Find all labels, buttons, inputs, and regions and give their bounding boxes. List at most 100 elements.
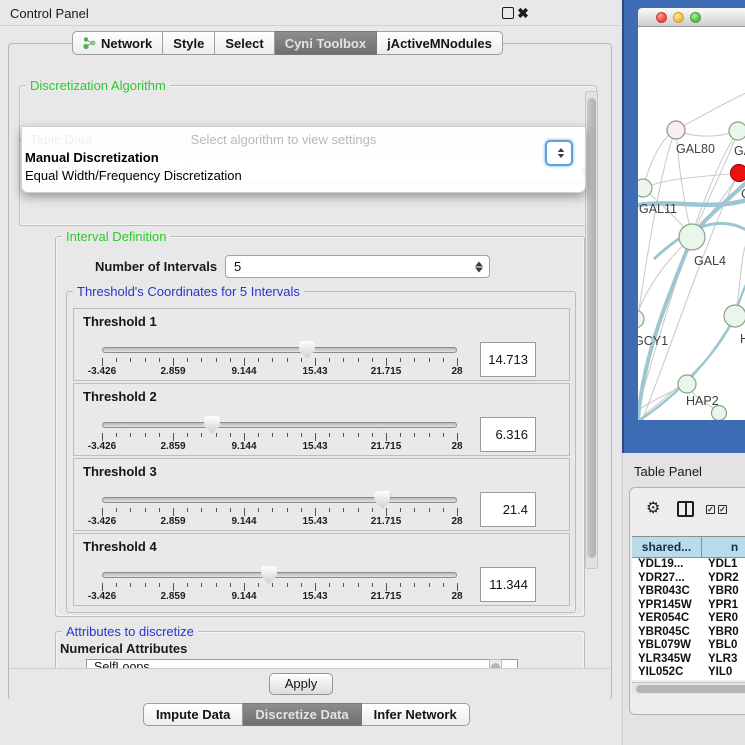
slider-tick-labels: -3.426 2.859 9.144 15.43 21.715 28 bbox=[102, 366, 457, 378]
split-columns-icon[interactable] bbox=[677, 501, 694, 517]
float-window-icon[interactable] bbox=[502, 7, 514, 19]
column-header-name[interactable]: n bbox=[702, 537, 745, 557]
slider-thumb[interactable] bbox=[204, 416, 220, 434]
thresholds-group: Threshold's Coordinates for 5 Intervals … bbox=[66, 291, 576, 613]
node-gal80[interactable] bbox=[667, 121, 685, 139]
network-canvas[interactable]: GAL80 GA C GAL11 GAL4 GCY1 H HAP2 bbox=[638, 27, 745, 420]
table-row[interactable]: YBR043CYBR0 bbox=[632, 585, 745, 599]
node-label: HAP2 bbox=[686, 394, 719, 408]
node-gcy1[interactable] bbox=[638, 310, 644, 328]
threshold-2-value-field[interactable]: 6.316 bbox=[480, 417, 536, 452]
bottom-tab-bar: Impute Data Discretize Data Infer Networ… bbox=[143, 703, 470, 726]
algorithm-combobox-focus-fragment[interactable] bbox=[545, 140, 573, 166]
panel-title: Control Panel bbox=[10, 6, 89, 21]
tab-style[interactable]: Style bbox=[163, 31, 215, 55]
node-table: shared... n YDL19...YDL1 YDR27...YDR2 YB… bbox=[632, 536, 745, 680]
scrollbar-thumb[interactable] bbox=[587, 98, 596, 558]
network-graph: GAL80 GA C GAL11 GAL4 GCY1 H HAP2 bbox=[638, 27, 745, 420]
scrollbar-thumb[interactable] bbox=[636, 685, 745, 693]
threshold-2-label: Threshold 2 bbox=[83, 389, 157, 404]
node-label: GCY1 bbox=[638, 334, 668, 348]
table-horizontal-scrollbar[interactable] bbox=[632, 682, 745, 694]
node-hap2[interactable] bbox=[678, 375, 696, 393]
node-gal11[interactable] bbox=[638, 179, 652, 197]
node-label: GAL80 bbox=[676, 142, 715, 156]
column-header-shared-name[interactable]: shared... bbox=[632, 537, 702, 557]
mac-zoom-icon[interactable] bbox=[690, 12, 701, 23]
tab-label: Discretize Data bbox=[255, 707, 348, 722]
node-label: H bbox=[740, 332, 745, 346]
popup-item-equal-width-frequency[interactable]: Equal Width/Frequency Discretization bbox=[25, 168, 242, 183]
table-row[interactable]: YLR345WYLR3 bbox=[632, 653, 745, 667]
slider-thumb[interactable] bbox=[299, 341, 315, 359]
node-label: GAL4 bbox=[694, 254, 726, 268]
threshold-1-label: Threshold 1 bbox=[83, 314, 157, 329]
tab-cyni-toolbox[interactable]: Cyni Toolbox bbox=[275, 31, 377, 55]
tab-infer-network[interactable]: Infer Network bbox=[362, 703, 470, 726]
slider-track[interactable] bbox=[102, 347, 457, 353]
mac-minimize-icon[interactable] bbox=[673, 12, 684, 23]
mac-close-icon[interactable] bbox=[656, 12, 667, 23]
node-top-right[interactable] bbox=[729, 122, 745, 140]
table-row[interactable]: YIL052CYIL0 bbox=[632, 666, 745, 680]
apply-row: Apply bbox=[10, 668, 610, 700]
threshold-1-slider[interactable]: -3.426 2.859 9.144 15.43 21.715 28 bbox=[102, 333, 457, 379]
attributes-group: Attributes to discretize Numerical Attri… bbox=[55, 631, 585, 669]
node-selected-red[interactable] bbox=[731, 165, 745, 182]
table-row[interactable]: YBL079WYBL0 bbox=[632, 639, 745, 653]
table-row[interactable]: YPR145WYPR1 bbox=[632, 599, 745, 613]
node-label: GAL11 bbox=[639, 202, 677, 216]
number-of-intervals-value: 5 bbox=[234, 259, 241, 274]
threshold-4-label: Threshold 4 bbox=[83, 539, 157, 554]
table-body: YDL19...YDL1 YDR27...YDR2 YBR043CYBR0 YP… bbox=[632, 558, 745, 680]
gear-icon[interactable]: ⚙ bbox=[646, 501, 660, 517]
algorithm-combobox-hint: Select algorithm to view settings bbox=[22, 132, 545, 147]
numerical-attributes-label: Numerical Attributes bbox=[60, 641, 187, 656]
table-row[interactable]: YDL19...YDL1 bbox=[632, 558, 745, 572]
slider-track[interactable] bbox=[102, 497, 457, 503]
network-view-window[interactable]: GAL80 GA C GAL11 GAL4 GCY1 H HAP2 bbox=[622, 0, 745, 453]
cyni-toolbox-card: Discretization Algorithm Table Data galF… bbox=[8, 43, 612, 700]
slider-track[interactable] bbox=[102, 422, 457, 428]
threshold-4-value-field[interactable]: 11.344 bbox=[480, 567, 536, 602]
tab-label: Select bbox=[225, 36, 263, 51]
table-row[interactable]: YBR045CYBR0 bbox=[632, 626, 745, 640]
tab-label: Infer Network bbox=[374, 707, 457, 722]
popup-item-manual-discretization[interactable]: Manual Discretization bbox=[25, 150, 159, 165]
slider-tick-labels: -3.426 2.859 9.144 15.43 21.715 28 bbox=[102, 441, 457, 453]
tab-impute-data[interactable]: Impute Data bbox=[143, 703, 243, 726]
close-icon[interactable]: ✖ bbox=[517, 7, 529, 19]
threshold-3-value-field[interactable]: 21.4 bbox=[480, 492, 536, 527]
slider-thumb[interactable] bbox=[374, 491, 390, 509]
settings-scrollbar[interactable] bbox=[585, 91, 598, 569]
threshold-1-value-field[interactable]: 14.713 bbox=[480, 342, 536, 377]
network-window-titlebar[interactable] bbox=[638, 8, 745, 27]
tab-network[interactable]: Network bbox=[72, 31, 163, 55]
slider-track[interactable] bbox=[102, 572, 457, 578]
table-panel: Table Panel ⚙ ✓ ✓ shared... n YDL19...YD… bbox=[622, 453, 745, 745]
apply-button[interactable]: Apply bbox=[269, 673, 333, 695]
number-of-intervals-combobox[interactable]: 5 bbox=[225, 255, 490, 278]
slider-thumb[interactable] bbox=[261, 566, 277, 584]
select-checkbox-icon[interactable]: ✓ bbox=[706, 505, 715, 514]
table-row[interactable]: YER054CYER0 bbox=[632, 612, 745, 626]
threshold-4-slider[interactable]: -3.426 2.859 9.144 15.43 21.715 28 bbox=[102, 558, 457, 604]
threshold-3-slider[interactable]: -3.426 2.859 9.144 15.43 21.715 28 bbox=[102, 483, 457, 529]
threshold-3-panel: Threshold 3 -3.426 2.859 9.144 15.43 bbox=[73, 458, 570, 531]
table-row[interactable]: YDR27...YDR2 bbox=[632, 572, 745, 586]
tab-discretize-data[interactable]: Discretize Data bbox=[243, 703, 361, 726]
node-right-mid[interactable] bbox=[724, 305, 745, 327]
tab-select[interactable]: Select bbox=[215, 31, 274, 55]
group-label: Attributes to discretize bbox=[62, 624, 198, 639]
node-table-card: ⚙ ✓ ✓ shared... n YDL19...YDL1 YDR27...Y… bbox=[629, 487, 745, 715]
slider-tick-labels: -3.426 2.859 9.144 15.43 21.715 28 bbox=[102, 516, 457, 528]
tab-jactivemnodules[interactable]: jActiveMNodules bbox=[377, 31, 503, 55]
slider-tick-labels: -3.426 2.859 9.144 15.43 21.715 28 bbox=[102, 591, 457, 603]
node-label: C bbox=[741, 187, 745, 201]
group-label: Threshold's Coordinates for 5 Intervals bbox=[73, 284, 304, 299]
node-gal4[interactable] bbox=[679, 224, 705, 250]
threshold-2-slider[interactable]: -3.426 2.859 9.144 15.43 21.715 28 bbox=[102, 408, 457, 454]
threshold-2-panel: Threshold 2 -3.426 2.859 9.144 15.43 bbox=[73, 383, 570, 456]
select-checkbox-icon[interactable]: ✓ bbox=[718, 505, 727, 514]
tab-label: Style bbox=[173, 36, 204, 51]
